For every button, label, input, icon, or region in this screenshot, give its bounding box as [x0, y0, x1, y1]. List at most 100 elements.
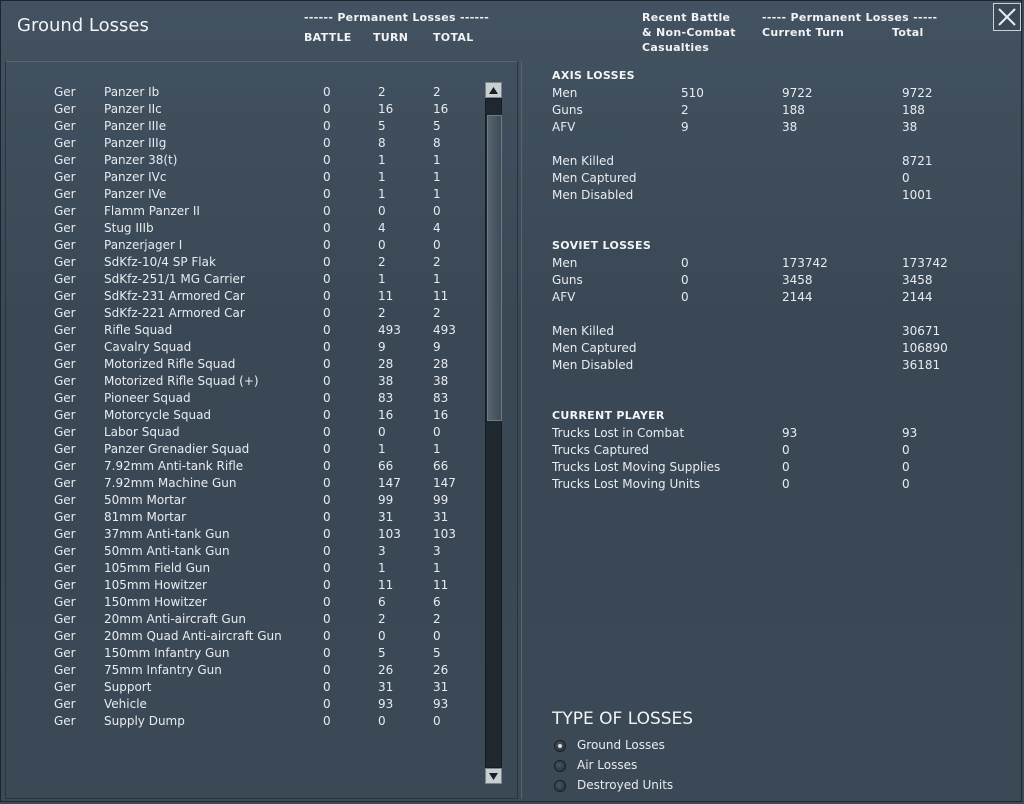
axis-detail-row: Men Killed 8721: [522, 154, 1022, 171]
unit-total-losses: 1: [433, 561, 441, 575]
unit-row[interactable]: Ger Flamm Panzer II 0 0 0: [6, 204, 476, 221]
unit-row[interactable]: Ger 50mm Anti-tank Gun 0 3 3: [6, 544, 476, 561]
unit-row[interactable]: Ger Panzer IIIg 0 8 8: [6, 136, 476, 153]
unit-battle-losses: 0: [323, 204, 331, 218]
unit-list-scrollbar[interactable]: [485, 82, 502, 784]
unit-nation: Ger: [54, 136, 76, 150]
axis-row-total: 188: [902, 103, 925, 117]
unit-battle-losses: 0: [323, 697, 331, 711]
unit-battle-losses: 0: [323, 272, 331, 286]
unit-row[interactable]: Ger 75mm Infantry Gun 0 26 26: [6, 663, 476, 680]
unit-turn-losses: 2: [378, 612, 386, 626]
axis-row: Guns 2 188 188: [522, 103, 1022, 120]
player-row-label: Trucks Lost Moving Supplies: [552, 460, 721, 474]
unit-row[interactable]: Ger Vehicle 0 93 93: [6, 697, 476, 714]
unit-total-losses: 103: [433, 527, 456, 541]
unit-turn-losses: 0: [378, 629, 386, 643]
unit-row[interactable]: Ger 20mm Anti-aircraft Gun 0 2 2: [6, 612, 476, 629]
unit-row[interactable]: Ger SdKfz-251/1 MG Carrier 0 1 1: [6, 272, 476, 289]
unit-row[interactable]: Ger Motorized Rifle Squad 0 28 28: [6, 357, 476, 374]
unit-turn-losses: 11: [378, 289, 394, 303]
unit-name: Labor Squad: [104, 425, 180, 439]
unit-battle-losses: 0: [323, 187, 331, 201]
unit-total-losses: 0: [433, 629, 441, 643]
soviet-row-label: AFV: [552, 290, 576, 304]
unit-total-losses: 6: [433, 595, 441, 609]
loss-type-option[interactable]: Destroyed Units: [554, 778, 854, 796]
unit-row[interactable]: Ger Rifle Squad 0 493 493: [6, 323, 476, 340]
unit-row[interactable]: Ger Motorized Rifle Squad (+) 0 38 38: [6, 374, 476, 391]
col-total-right-header: Total: [892, 26, 924, 39]
unit-battle-losses: 0: [323, 646, 331, 660]
unit-turn-losses: 2: [378, 85, 386, 99]
scroll-thumb[interactable]: [487, 115, 502, 421]
unit-row[interactable]: Ger 7.92mm Machine Gun 0 147 147: [6, 476, 476, 493]
unit-row[interactable]: Ger 150mm Infantry Gun 0 5 5: [6, 646, 476, 663]
unit-battle-losses: 0: [323, 323, 331, 337]
unit-total-losses: 66: [433, 459, 449, 473]
unit-turn-losses: 1: [378, 170, 386, 184]
unit-name: Panzer IIIg: [104, 136, 167, 150]
unit-row[interactable]: Ger Panzer IVc 0 1 1: [6, 170, 476, 187]
player-row-turn: 0: [782, 477, 790, 491]
unit-row[interactable]: Ger Panzer Grenadier Squad 0 1 1: [6, 442, 476, 459]
current-player-title: CURRENT PLAYER: [552, 409, 665, 422]
unit-row[interactable]: Ger Motorcycle Squad 0 16 16: [6, 408, 476, 425]
unit-row[interactable]: Ger Panzerjager I 0 0 0: [6, 238, 476, 255]
loss-type-option[interactable]: Ground Losses: [554, 738, 854, 756]
soviet-row-turn: 3458: [782, 273, 813, 287]
axis-row-turn: 9722: [782, 86, 813, 100]
scroll-down-button[interactable]: [485, 768, 502, 784]
radio-button[interactable]: [554, 760, 566, 772]
scroll-up-button[interactable]: [485, 82, 502, 98]
unit-row[interactable]: Ger Support 0 31 31: [6, 680, 476, 697]
unit-turn-losses: 66: [378, 459, 394, 473]
unit-nation: Ger: [54, 612, 76, 626]
unit-nation: Ger: [54, 374, 76, 388]
unit-row[interactable]: Ger SdKfz-221 Armored Car 0 2 2: [6, 306, 476, 323]
soviet-detail-label: Men Captured: [552, 341, 637, 355]
unit-row[interactable]: Ger SdKfz-10/4 SP Flak 0 2 2: [6, 255, 476, 272]
unit-name: 50mm Anti-tank Gun: [104, 544, 230, 558]
unit-row[interactable]: Ger Supply Dump 0 0 0: [6, 714, 476, 731]
unit-row[interactable]: Ger Stug IIIb 0 4 4: [6, 221, 476, 238]
unit-battle-losses: 0: [323, 527, 331, 541]
unit-nation: Ger: [54, 680, 76, 694]
unit-row[interactable]: Ger Panzer IIc 0 16 16: [6, 102, 476, 119]
unit-row[interactable]: Ger 7.92mm Anti-tank Rifle 0 66 66: [6, 459, 476, 476]
unit-row[interactable]: Ger Panzer Ib 0 2 2: [6, 85, 476, 102]
unit-row[interactable]: Ger 150mm Howitzer 0 6 6: [6, 595, 476, 612]
unit-row[interactable]: Ger Pioneer Squad 0 83 83: [6, 391, 476, 408]
scroll-track[interactable]: [485, 98, 502, 768]
unit-turn-losses: 31: [378, 680, 394, 694]
unit-total-losses: 2: [433, 306, 441, 320]
unit-row[interactable]: Ger Panzer 38(t) 0 1 1: [6, 153, 476, 170]
unit-row[interactable]: Ger 37mm Anti-tank Gun 0 103 103: [6, 527, 476, 544]
radio-button[interactable]: [554, 740, 566, 752]
unit-turn-losses: 5: [378, 646, 386, 660]
unit-turn-losses: 2: [378, 255, 386, 269]
unit-row[interactable]: Ger SdKfz-231 Armored Car 0 11 11: [6, 289, 476, 306]
unit-battle-losses: 0: [323, 391, 331, 405]
unit-row[interactable]: Ger 20mm Quad Anti-aircraft Gun 0 0 0: [6, 629, 476, 646]
loss-type-option[interactable]: Air Losses: [554, 758, 854, 776]
unit-name: Motorized Rifle Squad: [104, 357, 236, 371]
radio-button[interactable]: [554, 780, 566, 792]
unit-row[interactable]: Ger 105mm Field Gun 0 1 1: [6, 561, 476, 578]
unit-row[interactable]: Ger Panzer IVe 0 1 1: [6, 187, 476, 204]
unit-turn-losses: 11: [378, 578, 394, 592]
unit-nation: Ger: [54, 289, 76, 303]
unit-row[interactable]: Ger 105mm Howitzer 0 11 11: [6, 578, 476, 595]
unit-row[interactable]: Ger Cavalry Squad 0 9 9: [6, 340, 476, 357]
unit-row[interactable]: Ger 50mm Mortar 0 99 99: [6, 493, 476, 510]
unit-turn-losses: 28: [378, 357, 394, 371]
close-button[interactable]: [993, 3, 1021, 31]
unit-total-losses: 9: [433, 340, 441, 354]
axis-row-total: 9722: [902, 86, 933, 100]
unit-row[interactable]: Ger Panzer IIIe 0 5 5: [6, 119, 476, 136]
unit-row[interactable]: Ger Labor Squad 0 0 0: [6, 425, 476, 442]
unit-nation: Ger: [54, 442, 76, 456]
unit-row[interactable]: Ger 81mm Mortar 0 31 31: [6, 510, 476, 527]
soviet-losses-title: SOVIET LOSSES: [552, 239, 652, 252]
unit-turn-losses: 93: [378, 697, 394, 711]
